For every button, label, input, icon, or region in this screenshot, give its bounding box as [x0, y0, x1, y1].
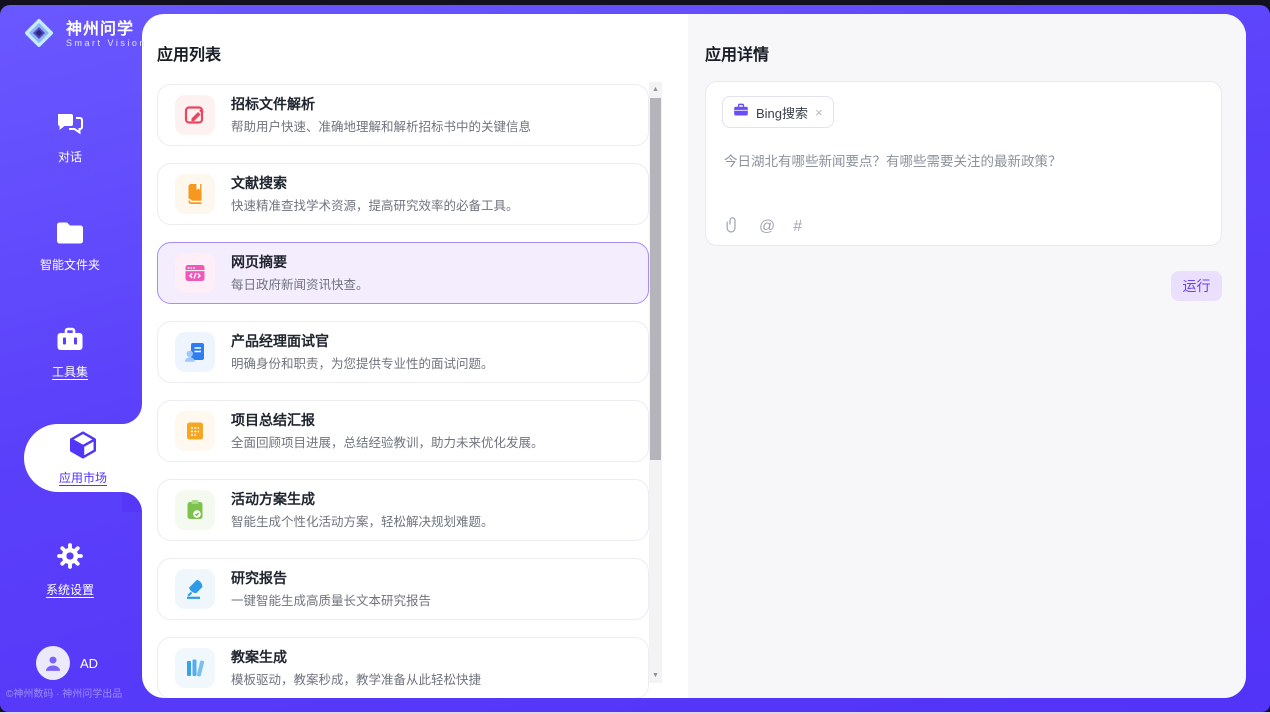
chip-close-icon[interactable]: ×: [815, 105, 823, 120]
brand-title: 神州问学: [66, 21, 147, 39]
app-card-desc: 每日政府新闻资讯快查。: [231, 274, 369, 293]
app-card-desc: 快速精准查找学术资源，提高研究效率的必备工具。: [231, 195, 519, 214]
bubble-concave-corner-top: [122, 404, 142, 424]
report-quill-icon: [175, 569, 215, 609]
main-content: 应用列表 招标文件解析 帮助用户快速、准确地理解和解析招标书中的关键信息: [142, 14, 1246, 698]
scrollbar-up-icon[interactable]: ▲: [649, 83, 662, 96]
tool-chip-label: Bing搜索: [756, 103, 808, 122]
app-card-name: 招标文件解析: [231, 95, 531, 113]
cube-icon: [68, 430, 98, 465]
app-card-pm-interviewer[interactable]: 产品经理面试官 明确身份和职责，为您提供专业性的面试问题。: [157, 321, 649, 383]
app-detail-panel: 应用详情 Bing搜索 × 今日湖北有哪些新闻要点？有哪些需要关注的最新政策？: [688, 14, 1246, 698]
prompt-editor-card[interactable]: Bing搜索 × 今日湖北有哪些新闻要点？有哪些需要关注的最新政策？ @ #: [705, 81, 1222, 246]
app-list-title: 应用列表: [157, 41, 221, 65]
summary-note-icon: [175, 411, 215, 451]
app-card-desc: 全面回顾项目进展，总结经验教训，助力未来优化发展。: [231, 432, 544, 451]
app-card-name: 研究报告: [231, 569, 431, 587]
toolbox-icon: [55, 326, 85, 358]
app-list-scrollbar[interactable]: ▲ ▼: [649, 82, 662, 683]
app-card-desc: 模板驱动，教案秒成，教学准备从此轻松快捷: [231, 669, 481, 688]
sidebar-item-label: 智能文件夹: [40, 256, 100, 273]
prompt-toolbar: @ #: [724, 215, 802, 239]
web-summary-icon: [175, 253, 215, 293]
brand-subtitle: Smart Vision: [66, 38, 147, 50]
plan-clipboard-icon: [175, 490, 215, 530]
app-list: 招标文件解析 帮助用户快速、准确地理解和解析招标书中的关键信息 文献搜索 快速精…: [157, 84, 649, 698]
chat-icon: [55, 110, 85, 143]
app-card-name: 产品经理面试官: [231, 332, 494, 350]
prompt-text-input[interactable]: 今日湖北有哪些新闻要点？有哪些需要关注的最新政策？: [724, 150, 1201, 170]
app-card-name: 活动方案生成: [231, 490, 494, 508]
sidebar-item-label: 对话: [58, 148, 82, 165]
book-icon: [175, 174, 215, 214]
scrollbar-down-icon[interactable]: ▼: [649, 669, 662, 682]
app-card-literature-search[interactable]: 文献搜索 快速精准查找学术资源，提高研究效率的必备工具。: [157, 163, 649, 225]
sidebar-item-smart-folder[interactable]: 智能文件夹: [0, 220, 140, 273]
gear-icon: [55, 541, 85, 576]
user-name: AD: [80, 656, 98, 671]
sidebar-item-settings[interactable]: 系统设置: [0, 541, 140, 598]
sidebar-item-label: 应用市场: [59, 469, 107, 486]
folder-icon: [55, 220, 85, 251]
attachment-icon[interactable]: [724, 215, 741, 239]
run-button[interactable]: 运行: [1171, 271, 1222, 301]
sidebar-item-label: 工具集: [52, 363, 88, 380]
app-card-name: 文献搜索: [231, 174, 519, 192]
app-card-research-report[interactable]: 研究报告 一键智能生成高质量长文本研究报告: [157, 558, 649, 620]
app-card-desc: 帮助用户快速、准确地理解和解析招标书中的关键信息: [231, 116, 531, 135]
copyright-text: ©神州数码 · 神州问学出品: [6, 685, 142, 700]
app-card-name: 网页摘要: [231, 253, 369, 271]
tool-chip-bing-search[interactable]: Bing搜索 ×: [722, 96, 834, 128]
app-card-name: 项目总结汇报: [231, 411, 544, 429]
app-card-desc: 一键智能生成高质量长文本研究报告: [231, 590, 431, 609]
interview-icon: [175, 332, 215, 372]
sidebar-item-app-market[interactable]: 应用市场: [24, 424, 142, 492]
app-detail-title: 应用详情: [705, 41, 769, 65]
bid-doc-icon: [175, 95, 215, 135]
brand-logo: 神州问学 Smart Vision: [20, 14, 147, 57]
app-window: 神州问学 Smart Vision 对话 智能文件夹: [0, 0, 1270, 714]
app-card-lesson-plan[interactable]: 教案生成 模板驱动，教案秒成，教学准备从此轻松快捷: [157, 637, 649, 698]
user-avatar: [36, 646, 70, 680]
app-card-desc: 智能生成个性化活动方案，轻松解决规划难题。: [231, 511, 494, 530]
sidebar-item-chat[interactable]: 对话: [0, 110, 140, 165]
sidebar-item-label: 系统设置: [46, 581, 94, 598]
sidebar-item-toolset[interactable]: 工具集: [0, 326, 140, 380]
brand-diamond-icon: [20, 14, 58, 57]
app-card-project-summary[interactable]: 项目总结汇报 全面回顾项目进展，总结经验教训，助力未来优化发展。: [157, 400, 649, 462]
bubble-concave-corner-bottom: [122, 492, 142, 512]
user-account[interactable]: AD: [36, 646, 98, 680]
app-card-bid-doc-parse[interactable]: 招标文件解析 帮助用户快速、准确地理解和解析招标书中的关键信息: [157, 84, 649, 146]
app-card-desc: 明确身份和职责，为您提供专业性的面试问题。: [231, 353, 494, 372]
scrollbar-thumb[interactable]: [650, 98, 661, 460]
briefcase-icon: [733, 102, 749, 122]
lesson-books-icon: [175, 648, 215, 688]
app-card-event-plan[interactable]: 活动方案生成 智能生成个性化活动方案，轻松解决规划难题。: [157, 479, 649, 541]
app-card-name: 教案生成: [231, 648, 481, 666]
mention-icon[interactable]: @: [759, 219, 775, 235]
hash-icon[interactable]: #: [793, 219, 802, 235]
app-card-web-summary[interactable]: 网页摘要 每日政府新闻资讯快查。: [157, 242, 649, 304]
